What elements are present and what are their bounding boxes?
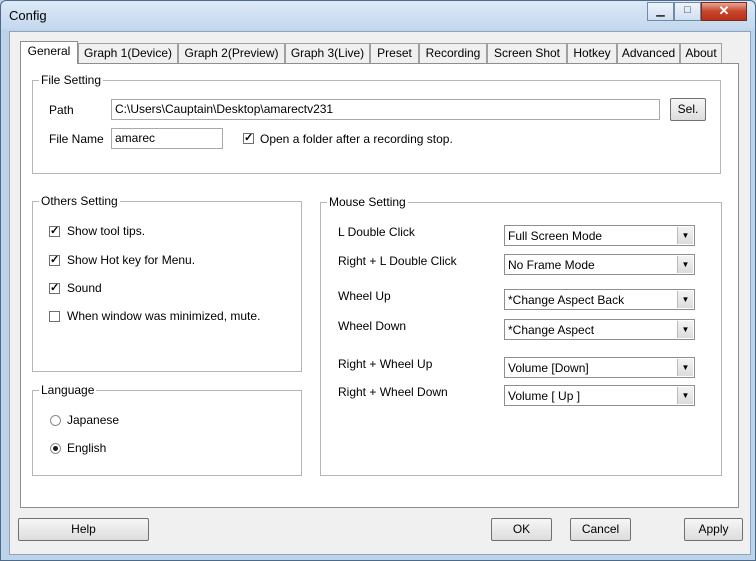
english-label: English: [67, 441, 107, 455]
open-folder-label: Open a folder after a recording stop.: [260, 132, 453, 146]
l-double-click-select[interactable]: Full Screen Mode ▼: [504, 225, 695, 246]
config-window: Config ▁ □ ✕ General Graph 1(Device) Gra…: [0, 0, 756, 561]
language-legend: Language: [39, 383, 97, 397]
right-l-double-click-value: No Frame Mode: [508, 258, 595, 272]
language-group: Language Japanese English: [32, 383, 302, 476]
wheel-down-value: *Change Aspect: [508, 323, 595, 337]
open-folder-checkbox[interactable]: ✓: [243, 133, 254, 144]
show-tooltips-checkbox[interactable]: ✓: [49, 226, 60, 237]
japanese-radio[interactable]: [50, 415, 61, 426]
right-wheel-up-select[interactable]: Volume [Down] ▼: [504, 357, 695, 378]
close-button[interactable]: ✕: [701, 2, 747, 21]
right-wheel-up-value: Volume [Down]: [508, 361, 589, 375]
english-radio[interactable]: [50, 443, 61, 454]
file-name-input[interactable]: amarec: [111, 128, 223, 149]
wheel-up-label: Wheel Up: [338, 289, 391, 303]
tab-graph3-live[interactable]: Graph 3(Live): [285, 43, 370, 63]
show-tooltips-label: Show tool tips.: [67, 224, 146, 238]
l-double-click-label: L Double Click: [338, 225, 415, 239]
select-path-button[interactable]: Sel.: [670, 98, 706, 121]
others-setting-legend: Others Setting: [39, 194, 120, 208]
tab-preset[interactable]: Preset: [370, 43, 419, 63]
right-l-double-click-label: Right + L Double Click: [338, 254, 457, 268]
wheel-up-select[interactable]: *Change Aspect Back ▼: [504, 289, 695, 310]
right-wheel-down-label: Right + Wheel Down: [338, 385, 448, 399]
right-l-double-click-select[interactable]: No Frame Mode ▼: [504, 254, 695, 275]
apply-button[interactable]: Apply: [684, 518, 743, 541]
minimize-mute-checkbox[interactable]: [49, 311, 60, 322]
general-tab-page: File Setting Path C:\Users\Cauptain\Desk…: [20, 63, 739, 508]
chevron-down-icon[interactable]: ▼: [677, 291, 693, 308]
mouse-setting-group: Mouse Setting L Double Click Full Screen…: [320, 195, 722, 476]
minimize-icon: ▁: [656, 5, 665, 17]
wheel-up-value: *Change Aspect Back: [508, 293, 625, 307]
window-title: Config: [9, 8, 47, 23]
tab-advanced[interactable]: Advanced: [617, 43, 680, 63]
wheel-down-label: Wheel Down: [338, 319, 407, 333]
tab-hotkey[interactable]: Hotkey: [567, 43, 617, 63]
ok-button[interactable]: OK: [491, 518, 552, 541]
l-double-click-value: Full Screen Mode: [508, 229, 603, 243]
path-input[interactable]: C:\Users\Cauptain\Desktop\amarectv231: [111, 99, 660, 120]
show-hotkey-menu-checkbox[interactable]: ✓: [49, 255, 60, 266]
file-setting-legend: File Setting: [39, 73, 104, 87]
minimize-button[interactable]: ▁: [647, 2, 674, 21]
dialog-body: General Graph 1(Device) Graph 2(Preview)…: [9, 31, 751, 555]
minimize-mute-label: When window was minimized, mute.: [67, 309, 261, 323]
chevron-down-icon[interactable]: ▼: [677, 359, 693, 376]
others-setting-group: Others Setting ✓ Show tool tips. ✓ Show …: [32, 194, 302, 372]
maximize-icon: □: [684, 4, 691, 16]
right-wheel-down-select[interactable]: Volume [ Up ] ▼: [504, 385, 695, 406]
chevron-down-icon[interactable]: ▼: [677, 387, 693, 404]
tab-graph2-preview[interactable]: Graph 2(Preview): [178, 43, 285, 63]
file-setting-group: File Setting Path C:\Users\Cauptain\Desk…: [32, 73, 721, 174]
file-name-label: File Name: [49, 132, 104, 146]
cancel-button[interactable]: Cancel: [570, 518, 631, 541]
right-wheel-up-label: Right + Wheel Up: [338, 357, 433, 371]
tab-graph1-device[interactable]: Graph 1(Device): [78, 43, 178, 63]
right-wheel-down-value: Volume [ Up ]: [508, 389, 581, 403]
japanese-label: Japanese: [67, 413, 120, 427]
chevron-down-icon[interactable]: ▼: [677, 256, 693, 273]
tab-recording[interactable]: Recording: [419, 43, 487, 63]
path-label: Path: [49, 103, 74, 117]
chevron-down-icon[interactable]: ▼: [677, 227, 693, 244]
sound-label: Sound: [67, 281, 102, 295]
sound-checkbox[interactable]: ✓: [49, 283, 60, 294]
tab-about[interactable]: About: [680, 43, 722, 63]
mouse-setting-legend: Mouse Setting: [327, 195, 408, 209]
help-button[interactable]: Help: [18, 518, 149, 541]
tab-screen-shot[interactable]: Screen Shot: [487, 43, 567, 63]
maximize-button[interactable]: □: [674, 2, 701, 21]
show-hotkey-menu-label: Show Hot key for Menu.: [67, 253, 196, 267]
wheel-down-select[interactable]: *Change Aspect ▼: [504, 319, 695, 340]
chevron-down-icon[interactable]: ▼: [677, 321, 693, 338]
close-icon: ✕: [718, 3, 730, 18]
tab-general[interactable]: General: [20, 41, 78, 64]
